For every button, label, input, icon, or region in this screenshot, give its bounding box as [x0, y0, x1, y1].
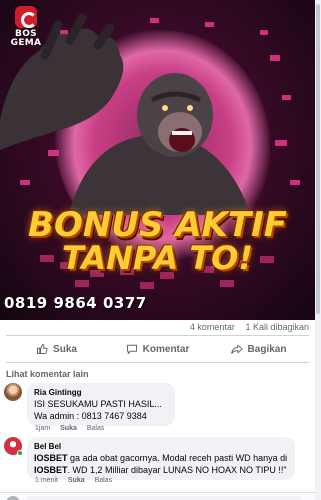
comment-brand-word: IOSBET — [34, 453, 68, 463]
comment-text-line1: ISI SESUKAMU PASTI HASIL... — [34, 399, 162, 409]
post-stats: 4 komentar 1 Kali dibagikan — [182, 322, 309, 332]
comment-brand-word: IOSBET — [34, 465, 68, 475]
comment-time[interactable]: 1jam — [35, 425, 50, 432]
like-label: Suka — [53, 343, 77, 355]
avatar[interactable] — [4, 383, 22, 401]
share-arrow-icon — [230, 344, 243, 354]
online-status-dot — [17, 450, 23, 456]
comment-input-bar[interactable] — [0, 492, 315, 500]
comment-like-link[interactable]: Suka — [68, 477, 85, 484]
brand-logo: BOS GEMA — [6, 6, 46, 48]
comment-text-line2: Wa admin : 0813 7467 9384 — [34, 411, 147, 421]
comment-button[interactable]: Komentar — [107, 343, 208, 355]
comment-bubble-icon — [126, 344, 137, 354]
thumbs-up-icon — [37, 344, 48, 354]
comment-reply-link[interactable]: Balas — [95, 477, 113, 484]
brand-name: BOS GEMA — [10, 29, 42, 48]
share-count[interactable]: 1 Kali dibagikan — [245, 322, 309, 332]
banner-phone: 0819 9864 0377 — [4, 294, 147, 312]
share-label: Bagikan — [247, 343, 287, 355]
comment-author[interactable]: Ria Gintingg — [34, 387, 168, 398]
comment-count[interactable]: 4 komentar — [190, 322, 235, 332]
comment-meta: 1jam Suka Balas — [35, 425, 112, 432]
comment-like-link[interactable]: Suka — [60, 425, 77, 432]
comment-text: IOSBET ga ada obat gacornya. Modal receh… — [34, 452, 288, 476]
comment-text-part: . WD 1,2 Milliar dibayar LUNAS NO HOAX N… — [67, 465, 287, 475]
comment-bubble: Ria Gintingg ISI SESUKAMU PASTI HASIL...… — [27, 383, 175, 426]
post-actions: Suka Komentar Bagikan — [6, 335, 309, 363]
post-image[interactable]: BOS GEMA BONUS AKTIF TANPA TO! 0819 9864… — [0, 0, 315, 320]
comment-meta: 1 menit Suka Balas — [35, 477, 120, 484]
comment-reply-link[interactable]: Balas — [87, 425, 105, 432]
like-button[interactable]: Suka — [6, 343, 107, 355]
view-more-comments-link[interactable]: Lihat komentar lain — [6, 369, 89, 379]
banner-headline-line2: TANPA TO! — [62, 239, 253, 277]
scrollbar-thumb[interactable] — [316, 4, 320, 314]
avatar — [6, 496, 20, 500]
comment-author[interactable]: Bel Bel — [34, 441, 288, 452]
comment-time[interactable]: 1 menit — [35, 477, 58, 484]
comment-label: Komentar — [142, 343, 190, 355]
comment-bubble: Bel Bel IOSBET ga ada obat gacornya. Mod… — [27, 437, 295, 480]
comment-text-part: ga ada obat gacornya. Modal receh pasti … — [67, 453, 288, 463]
comment-input[interactable] — [24, 496, 304, 500]
brand-mark-icon — [15, 6, 37, 28]
share-button[interactable]: Bagikan — [208, 343, 309, 355]
